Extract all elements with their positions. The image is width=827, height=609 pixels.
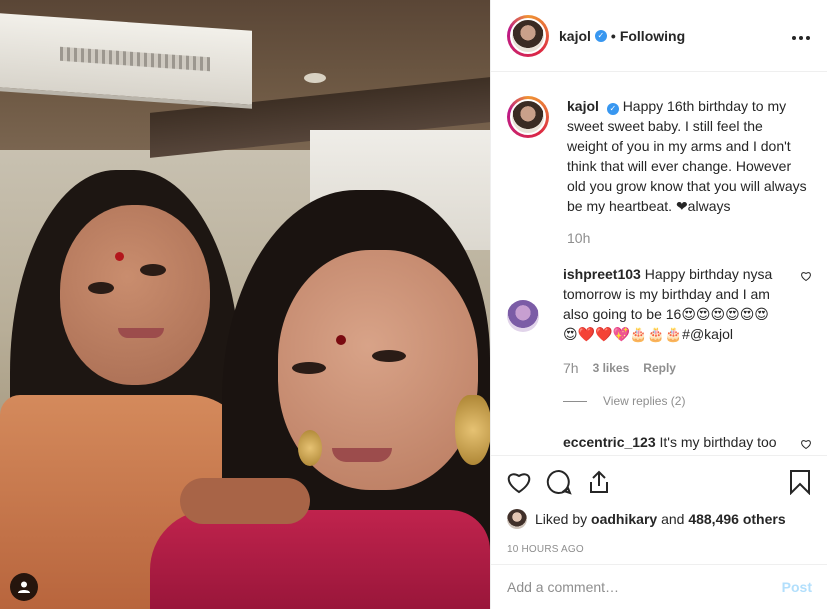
comment-text: It's my birthday too — [659, 434, 777, 450]
liked-by-and: and — [661, 511, 685, 527]
photo-person-left-face — [60, 205, 210, 385]
photo-ceiling-light — [304, 73, 326, 83]
comment-time[interactable]: 7h — [563, 358, 579, 378]
caption: kajol ✓ Happy 16th birthday to my sweet … — [507, 96, 812, 248]
view-replies-button[interactable]: View replies (2) — [563, 394, 812, 408]
comment-likes[interactable]: 3 likes — [593, 358, 630, 378]
author-info: kajol ✓ • Following — [559, 28, 685, 44]
add-comment-input[interactable] — [507, 579, 782, 595]
likes-count[interactable]: 488,496 others — [688, 511, 785, 527]
photo-mouth — [332, 448, 392, 462]
comment-meta: 7h 3 likes Reply — [563, 358, 783, 378]
photo-hand — [180, 478, 310, 524]
action-icons — [507, 456, 812, 508]
comment-like-heart-icon[interactable] — [800, 438, 812, 450]
liker-avatar[interactable] — [507, 509, 527, 529]
photo-eye — [140, 264, 166, 276]
photo-eye — [88, 282, 114, 294]
photo-eye — [372, 350, 406, 362]
commenter-username[interactable]: eccentric_123 — [563, 434, 656, 450]
caption-time[interactable]: 10h — [567, 228, 807, 248]
comments-list[interactable]: kajol ✓ Happy 16th birthday to my sweet … — [491, 72, 827, 455]
caption-author-avatar[interactable] — [507, 96, 549, 138]
likes-summary: Liked by oadhikary and 488,496 others — [507, 508, 812, 530]
photo-mouth — [118, 328, 164, 338]
replies-divider — [563, 400, 587, 402]
liked-by-prefix: Liked by — [535, 511, 588, 527]
following-button[interactable]: Following — [620, 28, 685, 44]
commenter-avatar[interactable] — [507, 300, 539, 332]
caption-avatar-image — [510, 99, 546, 135]
user-tag-icon[interactable] — [10, 573, 38, 601]
photo-earring — [455, 395, 490, 465]
view-replies-label: View replies (2) — [603, 394, 686, 408]
author-username[interactable]: kajol — [559, 28, 591, 44]
verified-badge-icon: ✓ — [594, 29, 607, 42]
author-avatar-image — [510, 17, 546, 54]
like-heart-icon[interactable] — [499, 462, 539, 502]
add-comment-bar: Post — [491, 564, 827, 609]
caption-username[interactable]: kajol — [567, 98, 599, 114]
more-options-icon[interactable] — [791, 25, 811, 46]
author-avatar[interactable] — [507, 14, 549, 57]
caption-body: kajol ✓ Happy 16th birthday to my sweet … — [567, 96, 807, 248]
liker-username[interactable]: oadhikary — [591, 511, 657, 527]
comment-body: eccentric_123 It's my birthday too — [563, 432, 783, 455]
caption-text: Happy 16th birthday to my sweet sweet ba… — [567, 98, 807, 214]
comment-bubble-icon[interactable] — [539, 462, 579, 502]
photo-person-right-clothing — [150, 510, 490, 609]
comment-body: ishpreet103 Happy birthday nysa tomorrow… — [563, 264, 783, 378]
comment-like-heart-icon[interactable] — [800, 270, 812, 282]
bookmark-icon[interactable] — [780, 462, 820, 502]
post-timestamp[interactable]: 10 HOURS AGO — [507, 544, 812, 555]
comment-item: ishpreet103 Happy birthday nysa tomorrow… — [507, 264, 812, 378]
header-separator: • — [610, 27, 616, 44]
photo-bindi-right — [336, 335, 346, 345]
comment-item: eccentric_123 It's my birthday too — [507, 432, 812, 455]
post-sidebar: kajol ✓ • Following kajol ✓ Happy 16th b… — [490, 0, 827, 609]
post-actions: Liked by oadhikary and 488,496 others 10… — [491, 455, 827, 555]
verified-badge-icon: ✓ — [606, 103, 619, 115]
photo-bindi-left — [115, 252, 124, 261]
commenter-username[interactable]: ishpreet103 — [563, 266, 641, 282]
photo-earring — [298, 430, 322, 466]
post-header: kajol ✓ • Following — [491, 0, 827, 72]
share-icon[interactable] — [579, 462, 619, 502]
post-comment-button[interactable]: Post — [782, 579, 812, 595]
post-photo[interactable] — [0, 0, 490, 609]
photo-eye — [292, 362, 326, 374]
reply-button[interactable]: Reply — [643, 358, 676, 378]
